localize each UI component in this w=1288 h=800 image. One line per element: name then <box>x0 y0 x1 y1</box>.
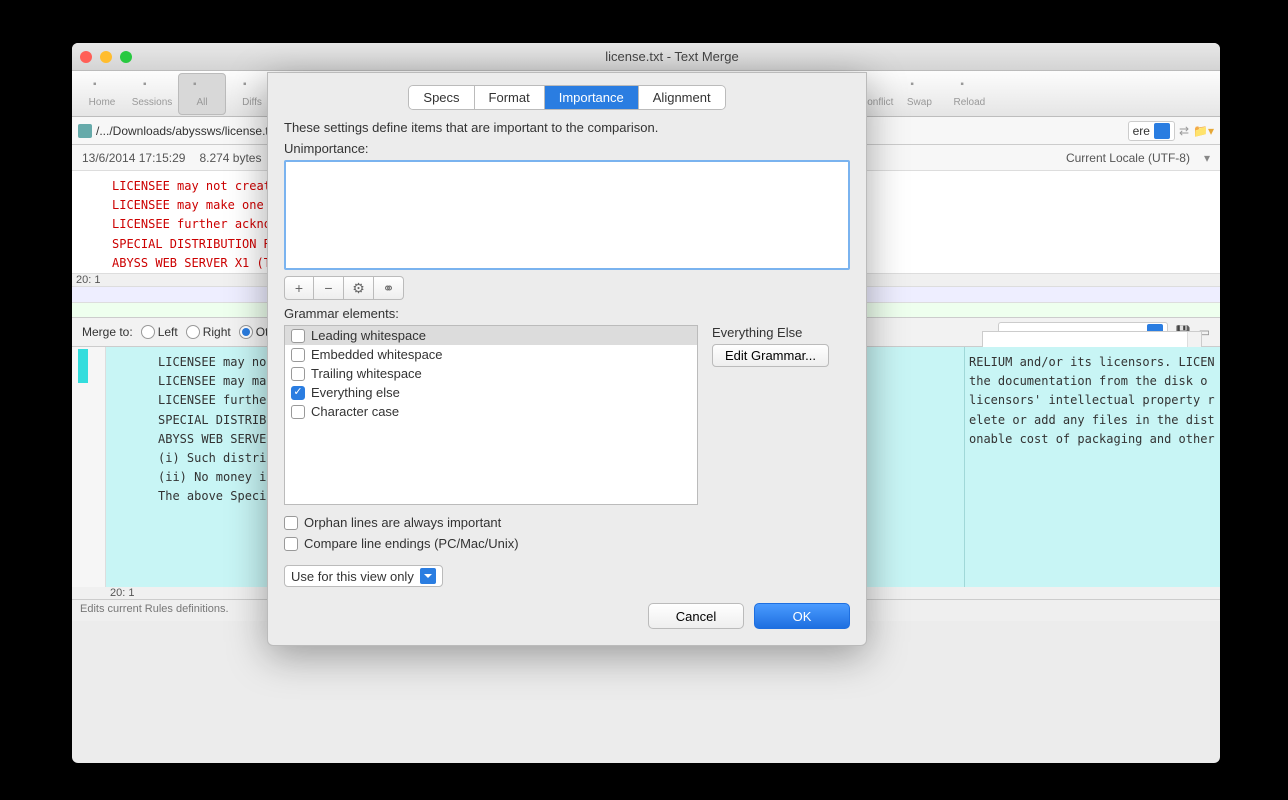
checkbox-icon[interactable] <box>291 348 305 362</box>
merge-radio-right[interactable]: Right <box>186 325 231 339</box>
tab-importance[interactable]: Importance <box>545 86 639 109</box>
add-button[interactable]: + <box>284 276 314 300</box>
status-text: Edits current Rules definitions. <box>80 603 229 615</box>
chevron-down-icon[interactable] <box>1154 123 1170 139</box>
overview-gutter[interactable] <box>72 347 106 587</box>
minimize-icon[interactable] <box>100 51 112 63</box>
dialog-tabs: SpecsFormatImportanceAlignment <box>268 85 866 110</box>
combo-value: ere <box>1133 124 1150 138</box>
chevron-down-icon[interactable]: ▾ <box>1204 151 1210 165</box>
swap-paths-icon[interactable]: ⇄ <box>1179 124 1189 138</box>
grammar-item[interactable]: Embedded whitespace <box>285 345 697 364</box>
unimportance-label: Unimportance: <box>284 141 850 156</box>
tool-all[interactable]: ▪All <box>178 73 226 115</box>
scope-value: Use for this view only <box>291 569 414 584</box>
settings-button[interactable]: ⚙ <box>344 276 374 300</box>
chevron-down-icon[interactable] <box>420 568 436 584</box>
grammar-item-label: Leading whitespace <box>311 328 426 343</box>
ok-button[interactable]: OK <box>754 603 850 629</box>
right-path-combo[interactable]: ere <box>1128 121 1175 141</box>
file-icon <box>78 124 92 138</box>
lineendings-check[interactable]: Compare line endings (PC/Mac/Unix) <box>284 536 850 551</box>
merge-to-label: Merge to: <box>82 325 133 339</box>
tool-swap[interactable]: ▪Swap <box>895 73 943 115</box>
diff-line: onable cost of packaging and other <box>969 430 1216 449</box>
grammar-item[interactable]: Trailing whitespace <box>285 364 697 383</box>
tab-alignment[interactable]: Alignment <box>639 86 725 109</box>
grammar-item-label: Everything else <box>311 385 400 400</box>
window-title: license.txt - Text Merge <box>132 49 1212 64</box>
diff-line: the documentation from the disk o <box>969 372 1216 391</box>
diff-line: elete or add any files in the dist <box>969 411 1216 430</box>
file-size: 8.274 bytes <box>199 151 261 165</box>
close-icon[interactable] <box>80 51 92 63</box>
checkbox-icon[interactable] <box>291 386 305 400</box>
grammar-item[interactable]: Character case <box>285 402 697 421</box>
scope-select[interactable]: Use for this view only <box>284 565 443 587</box>
tool-home[interactable]: ▪Home <box>78 73 126 115</box>
tool-sessions[interactable]: ▪Sessions <box>128 73 176 115</box>
titlebar: license.txt - Text Merge <box>72 43 1220 71</box>
merge-radio-left[interactable]: Left <box>141 325 178 339</box>
rules-dialog: SpecsFormatImportanceAlignment These set… <box>267 72 867 646</box>
grammar-list[interactable]: Leading whitespace Embedded whitespace Tra… <box>284 325 698 505</box>
grammar-item[interactable]: Everything else <box>285 383 697 402</box>
edit-grammar-button[interactable]: Edit Grammar... <box>712 344 829 367</box>
checkbox-icon[interactable] <box>291 329 305 343</box>
orphan-check[interactable]: Orphan lines are always important <box>284 515 850 530</box>
tool-reload[interactable]: ▪Reload <box>945 73 993 115</box>
grammar-item[interactable]: Leading whitespace <box>285 326 697 345</box>
folder-icon[interactable]: 📁▾ <box>1193 124 1214 138</box>
group-button[interactable]: ⚭ <box>374 276 404 300</box>
diff-line: RELIUM and/or its licensors. LICEN <box>969 353 1216 372</box>
checkbox-icon[interactable] <box>291 405 305 419</box>
diff-right-pane[interactable]: RELIUM and/or its licensors. LICENthe do… <box>964 347 1220 587</box>
diff-line: licensors' intellectual property r <box>969 391 1216 410</box>
dialog-description: These settings define items that are imp… <box>284 120 850 135</box>
tab-specs[interactable]: Specs <box>409 86 474 109</box>
cancel-button[interactable]: Cancel <box>648 603 744 629</box>
maximize-icon[interactable] <box>120 51 132 63</box>
grammar-side-title: Everything Else <box>712 325 850 340</box>
remove-button[interactable]: − <box>314 276 344 300</box>
grammar-item-label: Trailing whitespace <box>311 366 422 381</box>
unimportance-list[interactable] <box>284 160 850 270</box>
checkbox-icon[interactable] <box>291 367 305 381</box>
encoding-label[interactable]: Current Locale (UTF-8) <box>1066 151 1190 165</box>
grammar-item-label: Character case <box>311 404 399 419</box>
tab-format[interactable]: Format <box>475 86 545 109</box>
grammar-item-label: Embedded whitespace <box>311 347 443 362</box>
file-date: 13/6/2014 17:15:29 <box>82 151 185 165</box>
window-controls <box>80 51 132 63</box>
grammar-label: Grammar elements: <box>284 306 850 321</box>
